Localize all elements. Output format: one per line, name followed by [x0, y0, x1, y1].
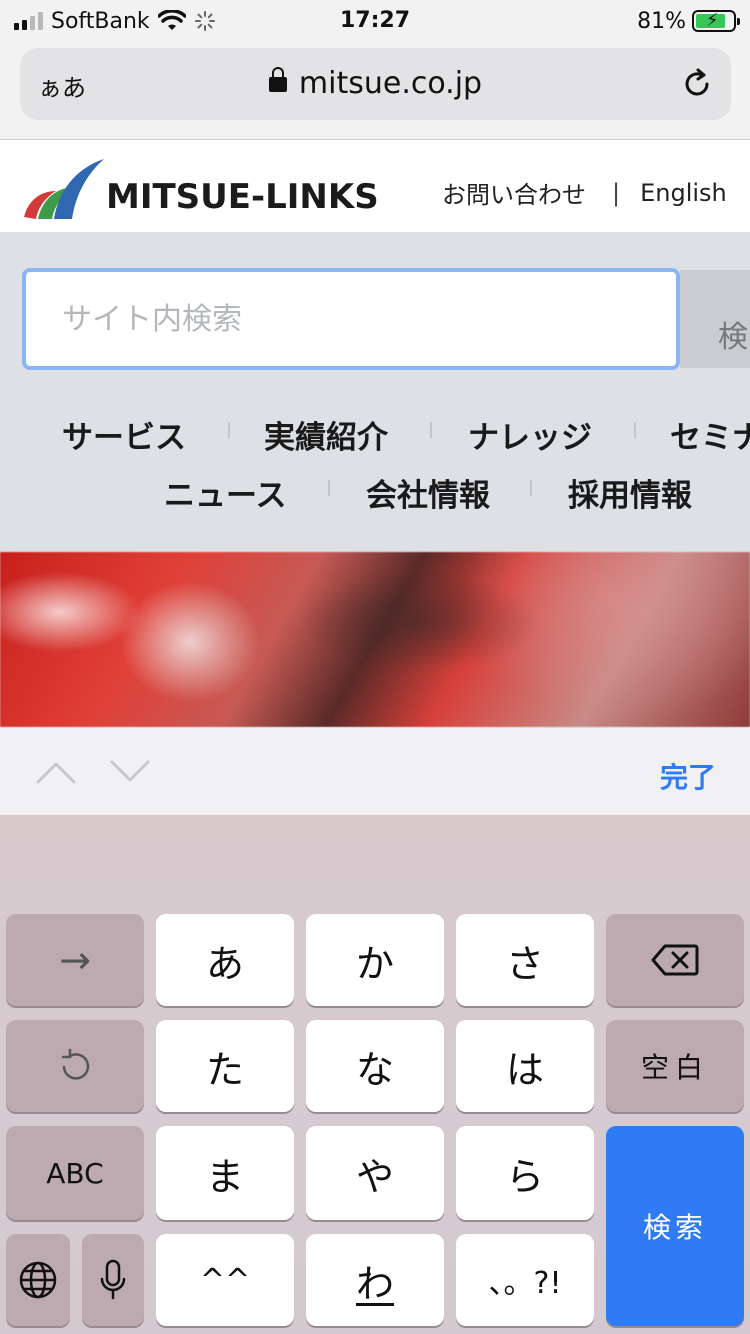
space-key[interactable]: 空白: [606, 1020, 744, 1112]
site-search-input[interactable]: [26, 272, 676, 366]
reload-icon[interactable]: [681, 68, 713, 100]
status-bar: SoftBank 17:27 81% ⚡: [0, 0, 750, 40]
undo-key[interactable]: [6, 1020, 144, 1112]
header-separator: |: [612, 178, 621, 207]
nav-divider: [228, 422, 230, 438]
dictation-key[interactable]: [82, 1234, 144, 1326]
url-text: mitsue.co.jp: [298, 66, 483, 101]
nav-divider: [430, 422, 432, 438]
status-right: 81% ⚡: [637, 8, 740, 34]
url-display[interactable]: mitsue.co.jp: [20, 66, 731, 101]
kana-key-ha[interactable]: は: [456, 1020, 594, 1112]
kana-key-ka[interactable]: か: [306, 914, 444, 1006]
nav-divider: [530, 480, 532, 496]
kana-key-a[interactable]: あ: [156, 914, 294, 1006]
site-logo[interactable]: MITSUE-LINKS: [22, 157, 382, 223]
battery-charging-icon: ⚡: [692, 10, 740, 32]
site-search-button[interactable]: 検: [680, 270, 750, 368]
emoticon-key[interactable]: ^^: [156, 1234, 294, 1326]
undo-icon: [61, 1048, 90, 1080]
nav-company[interactable]: 会社情報: [366, 470, 490, 515]
header-links: お問い合わせ | English: [442, 175, 727, 210]
microphone-icon: [100, 1259, 126, 1300]
nav-seminar[interactable]: セミナ: [670, 412, 750, 457]
kana-key-wa[interactable]: わ: [306, 1234, 444, 1326]
previous-field-button[interactable]: [36, 754, 76, 788]
done-button[interactable]: 完了: [660, 756, 716, 796]
logo-mark-icon: [24, 159, 104, 219]
charging-bolt-icon: ⚡: [706, 10, 719, 31]
global-nav-row-2: ニュース 会社情報 採用情報: [0, 470, 750, 514]
kana-key-ya[interactable]: や: [306, 1126, 444, 1220]
contact-link[interactable]: お問い合わせ: [442, 175, 586, 210]
nav-works[interactable]: 実績紹介: [264, 412, 388, 457]
globe-key[interactable]: [6, 1234, 70, 1326]
nav-services[interactable]: サービス: [62, 412, 186, 457]
kana-key-ra[interactable]: ら: [456, 1126, 594, 1220]
logo-wordmark: MITSUE-LINKS: [106, 177, 379, 217]
site-search-box: [22, 268, 680, 370]
global-nav-row-1: サービス 実績紹介 ナレッジ セミナ: [0, 412, 750, 456]
nav-divider: [328, 480, 330, 496]
browser-toolbar: ぁあ mitsue.co.jp: [0, 40, 750, 140]
hero-image: [0, 552, 750, 727]
address-bar[interactable]: ぁあ mitsue.co.jp: [20, 48, 731, 120]
punctuation-key[interactable]: 、。?!: [456, 1234, 594, 1326]
nav-news[interactable]: ニュース: [164, 470, 286, 515]
abc-keyboard-key[interactable]: ABC: [6, 1126, 144, 1220]
kana-key-ma[interactable]: ま: [156, 1126, 294, 1220]
kana-key-na[interactable]: な: [306, 1020, 444, 1112]
backspace-key[interactable]: [606, 914, 744, 1006]
lock-icon: [268, 67, 287, 92]
japanese-kana-keyboard: → あ か さ た な は 空白 ABC ま や ら 検索 ^^ わ 、。?!: [0, 815, 750, 1334]
kana-key-sa[interactable]: さ: [456, 914, 594, 1006]
kana-key-ta[interactable]: た: [156, 1020, 294, 1112]
keyboard-accessory-bar: 完了: [0, 727, 750, 815]
backspace-icon: [651, 944, 699, 976]
site-header: MITSUE-LINKS お問い合わせ | English: [0, 141, 750, 232]
next-field-button[interactable]: [110, 754, 150, 788]
next-candidate-arrow-key[interactable]: →: [6, 914, 144, 1006]
nav-recruit[interactable]: 採用情報: [568, 470, 692, 515]
search-return-key[interactable]: 検索: [606, 1126, 744, 1326]
nav-knowledge[interactable]: ナレッジ: [468, 412, 592, 457]
english-link[interactable]: English: [640, 179, 727, 207]
battery-percent: 81%: [637, 8, 686, 34]
chevron-down-icon: [110, 760, 150, 782]
globe-icon: [19, 1261, 57, 1299]
chevron-up-icon: [36, 762, 76, 784]
search-nav-band: 検 サービス 実績紹介 ナレッジ セミナ ニュース 会社情報 採用情報: [0, 232, 750, 552]
nav-divider: [634, 422, 636, 438]
